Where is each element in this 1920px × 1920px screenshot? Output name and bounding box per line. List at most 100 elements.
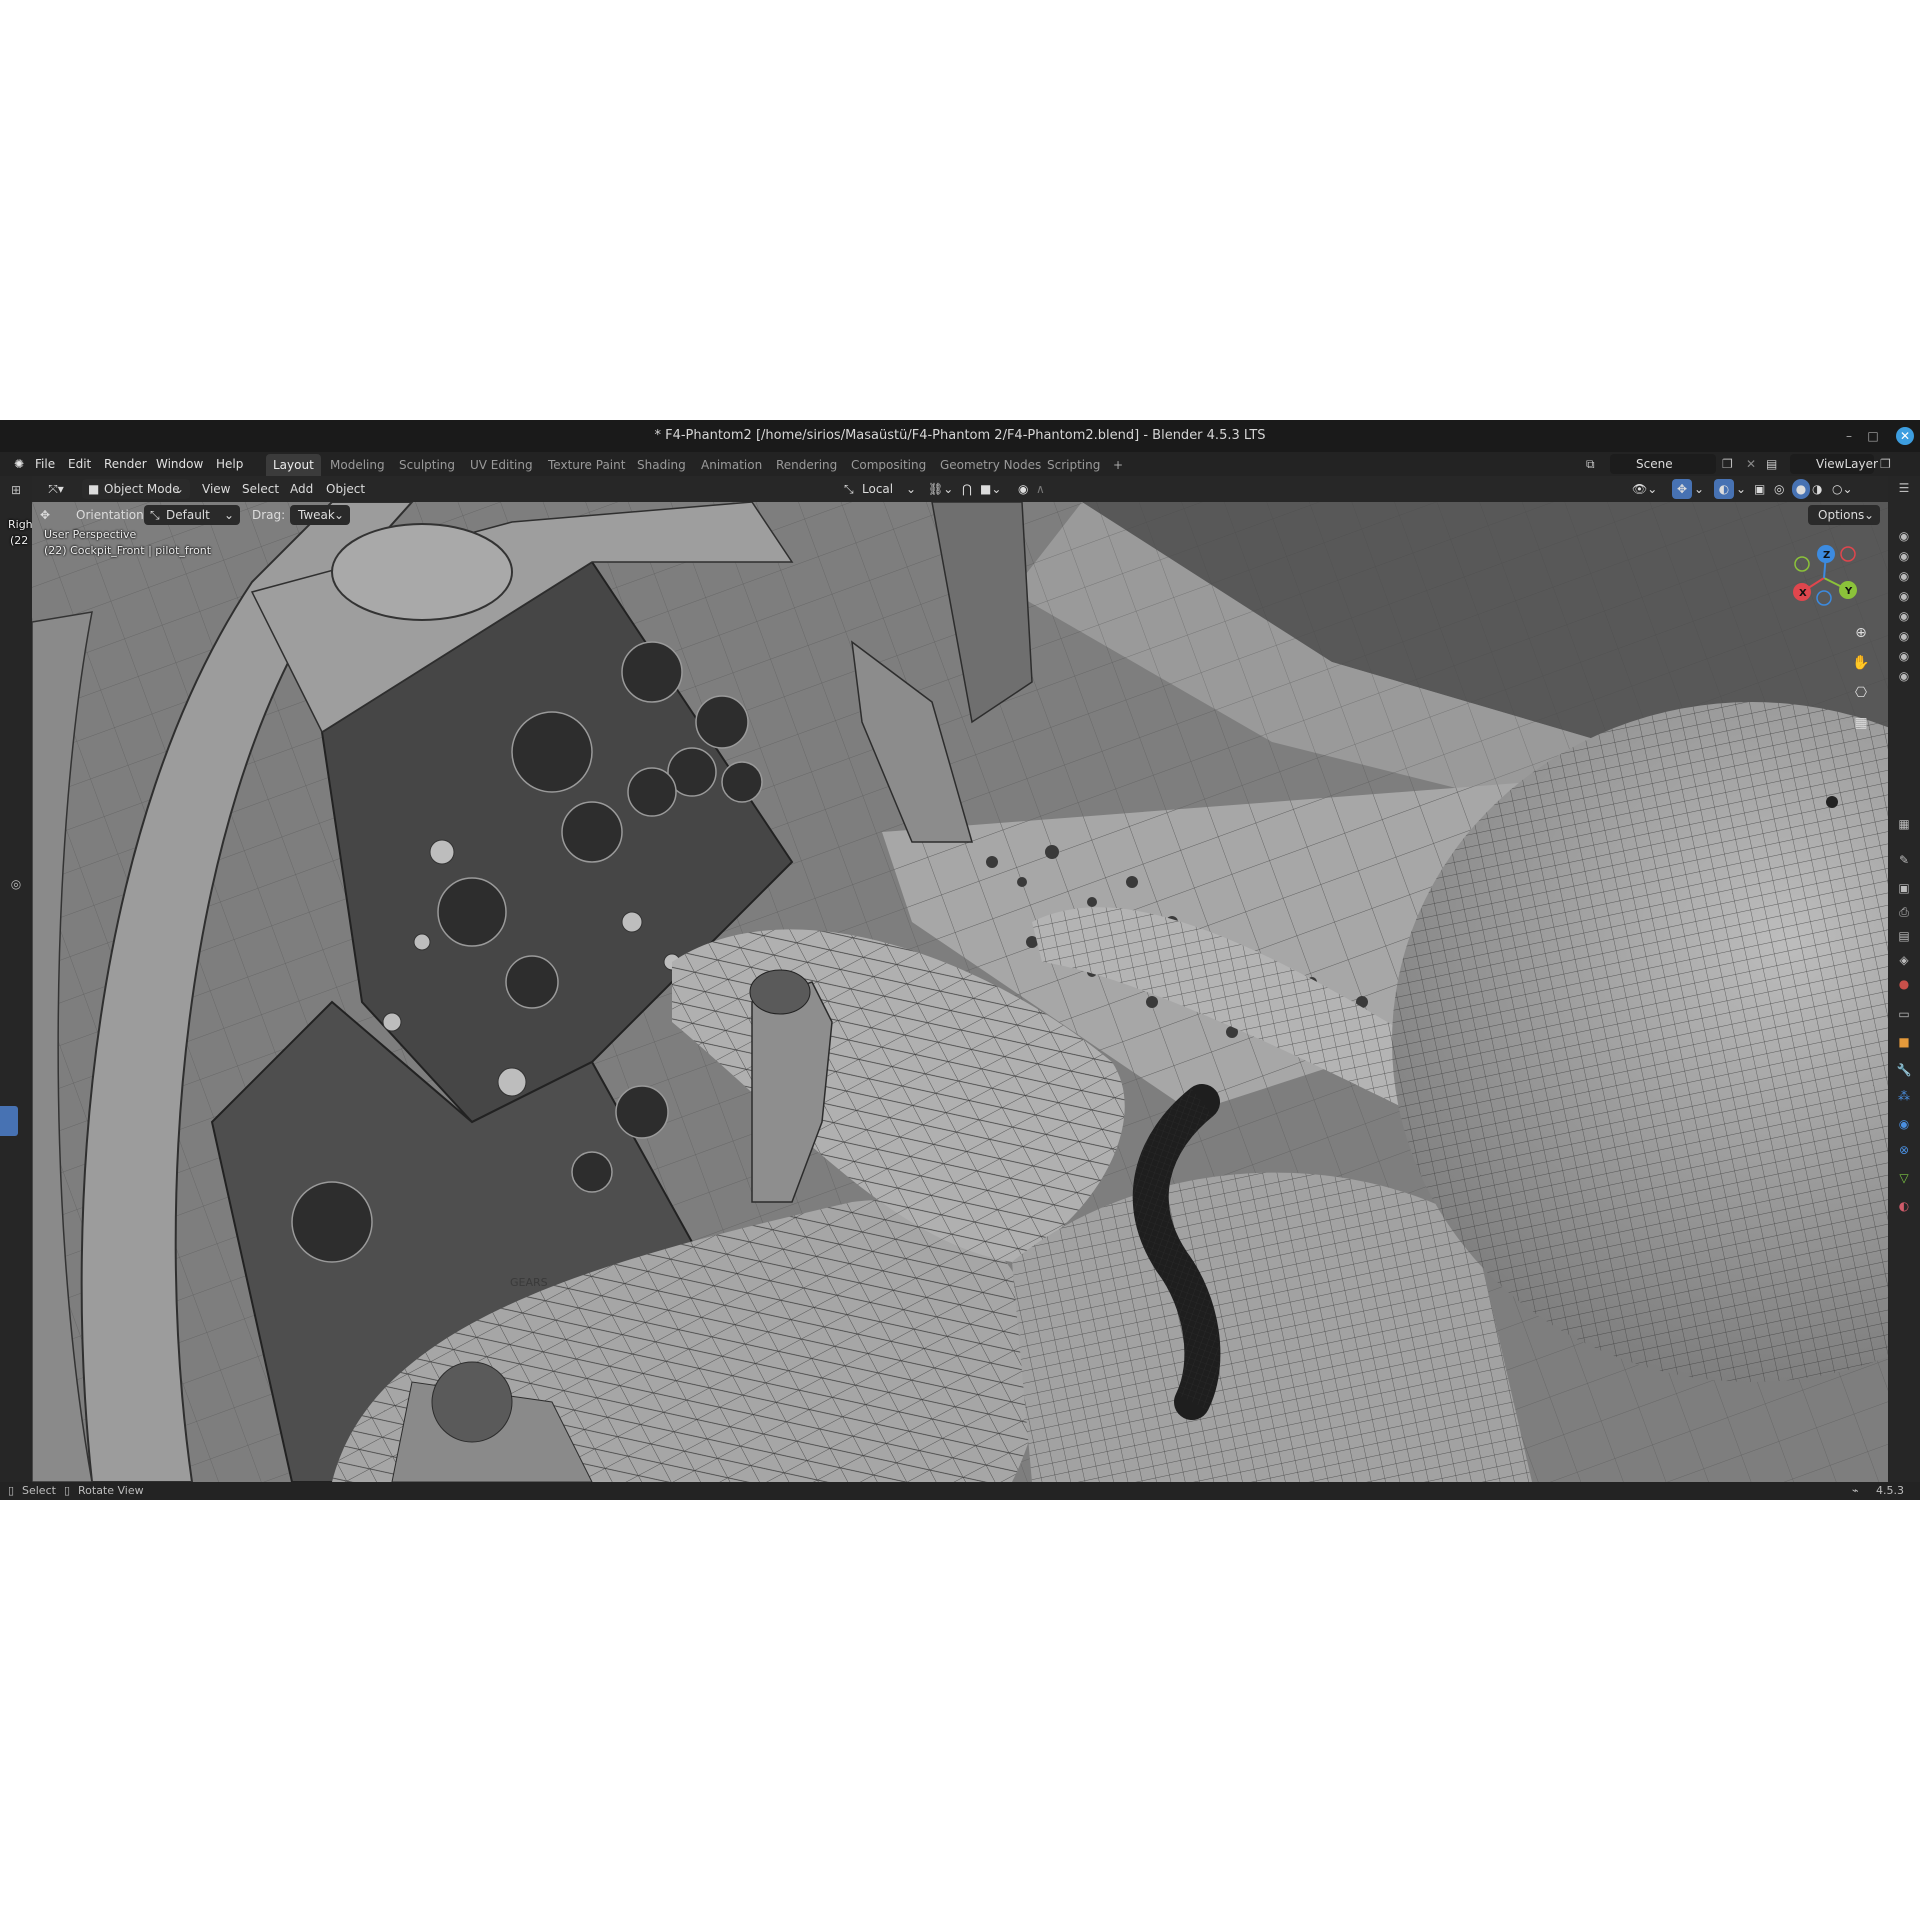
object-mode-dropdown[interactable]: ■ Object Mode ⌄ <box>82 479 190 499</box>
visibility-eye-icon[interactable]: 👁⌄ <box>1632 479 1657 499</box>
xray-toggle-icon[interactable]: ▣ <box>1754 479 1765 499</box>
menu-window[interactable]: Window <box>156 452 203 476</box>
physics-properties-icon[interactable]: ◉ <box>1896 1116 1912 1132</box>
viewlayer-selector-icon[interactable]: ▤ <box>1766 452 1777 476</box>
camera-visibility-icon-2[interactable]: ◉ <box>1896 548 1912 564</box>
object-properties-icon[interactable]: ■ <box>1896 1034 1912 1050</box>
menu-help[interactable]: Help <box>216 452 243 476</box>
gizmo-toggle-icon[interactable]: ✥ <box>1672 479 1692 499</box>
transform-tool-icon[interactable]: ⤧▾ <box>40 479 72 499</box>
proportional-edit-icon[interactable]: ◉ <box>1018 479 1028 499</box>
camera-visibility-icon[interactable]: ◉ <box>1896 528 1912 544</box>
drag-value: Tweak <box>298 508 335 522</box>
view-layer-properties-icon[interactable]: ▤ <box>1896 928 1912 944</box>
tab-geometry-nodes[interactable]: Geometry Nodes <box>933 454 1048 476</box>
data-properties-icon[interactable]: ▽ <box>1896 1170 1912 1186</box>
gizmo-z-label: Z <box>1823 550 1830 561</box>
menu-file[interactable]: File <box>35 452 55 476</box>
camera-visibility-icon-7[interactable]: ◉ <box>1896 648 1912 664</box>
camera-visibility-icon-8[interactable]: ◉ <box>1896 668 1912 684</box>
object-mode-icon: ■ <box>88 482 100 496</box>
camera-view-icon[interactable]: ⎔ <box>1848 680 1874 706</box>
mouse-left-icon: ▯ <box>8 1484 15 1497</box>
magnet-icon[interactable]: ⋂ <box>962 479 972 499</box>
menu-edit[interactable]: Edit <box>68 452 91 476</box>
minimize-button[interactable]: – <box>1838 420 1860 452</box>
scene-new-icon[interactable]: ❐ <box>1722 452 1733 476</box>
orientation-dropdown[interactable]: ⤡ Default ⌄ <box>144 505 240 525</box>
3d-viewport[interactable]: GEARS User Perspective (22) Cockpit_Fron… <box>32 502 1888 1482</box>
status-rotate-view: Rotate View <box>78 1484 144 1497</box>
tab-animation[interactable]: Animation <box>694 454 769 476</box>
menu-render[interactable]: Render <box>104 452 147 476</box>
rendered-shading-icon[interactable]: ○⌄ <box>1832 479 1853 499</box>
tool-settings-bar: ✥ Orientation: ⤡ Default ⌄ Drag: Tweak ⌄… <box>32 502 1888 528</box>
pivot-dropdown[interactable]: ⤡ Local ⌄ <box>840 479 920 499</box>
zoom-icon[interactable]: ⊕ <box>1848 620 1874 646</box>
chevron-down-icon[interactable]: ⌄ <box>1694 479 1704 499</box>
tool-properties-icon[interactable]: ✎ <box>1896 852 1912 868</box>
pivot-label: Local <box>862 482 894 496</box>
tab-texture-paint[interactable]: Texture Paint <box>541 454 632 476</box>
title-bar: * F4-Phantom2 [/home/sirios/Masaüstü/F4-… <box>0 420 1920 452</box>
chevron-down-icon: ⌄ <box>1863 508 1874 522</box>
active-object-label: (22) Cockpit_Front | pilot_front <box>44 544 212 557</box>
editor-type-icon[interactable]: ⊞ <box>8 482 24 498</box>
add-workspace-button[interactable]: + <box>1106 454 1130 476</box>
world-properties-icon[interactable]: ● <box>1896 976 1912 992</box>
modifier-properties-icon[interactable]: 🔧 <box>1896 1062 1912 1078</box>
maximize-button[interactable]: □ <box>1862 420 1884 452</box>
tab-uv-editing[interactable]: UV Editing <box>463 454 540 476</box>
blender-logo-icon[interactable]: ✺ <box>10 452 28 476</box>
close-button[interactable]: ✕ <box>1896 427 1914 445</box>
view-menu[interactable]: View <box>202 479 230 499</box>
tab-compositing[interactable]: Compositing <box>844 454 933 476</box>
tab-scripting[interactable]: Scripting <box>1040 454 1107 476</box>
camera-visibility-icon-3[interactable]: ◉ <box>1896 568 1912 584</box>
drag-dropdown[interactable]: Tweak ⌄ <box>290 505 350 525</box>
tab-modeling[interactable]: Modeling <box>323 454 392 476</box>
viewlayer-new-icon[interactable]: ❐ <box>1880 452 1891 476</box>
navigation-gizmo[interactable]: Y X Z <box>1788 542 1860 614</box>
properties-editor-icon[interactable]: ▦ <box>1896 816 1912 832</box>
active-tool-marker[interactable] <box>0 1106 18 1136</box>
collection-properties-icon[interactable]: ▭ <box>1896 1006 1912 1022</box>
ortho-grid-icon[interactable]: ▦ <box>1848 710 1874 736</box>
gizmo-y-label: Y <box>1844 586 1853 597</box>
scene-properties-icon[interactable]: ◈ <box>1896 952 1912 968</box>
snap-icon[interactable]: ⛓⌄ <box>928 479 953 499</box>
add-menu[interactable]: Add <box>290 479 313 499</box>
mouse-middle-icon: ▯ <box>64 1484 71 1497</box>
side-view-label: Righ <box>8 518 33 531</box>
material-properties-icon[interactable]: ◐ <box>1896 1198 1912 1214</box>
scene-field[interactable]: Scene <box>1610 454 1716 474</box>
select-menu[interactable]: Select <box>242 479 279 499</box>
tab-rendering[interactable]: Rendering <box>769 454 844 476</box>
outliner-toggle-icon[interactable]: ☰ <box>1896 480 1912 496</box>
falloff-icon[interactable]: ∧ <box>1036 479 1045 499</box>
wireframe-shading-icon[interactable]: ◎ <box>1774 479 1784 499</box>
overlays-toggle-icon[interactable]: ◐ <box>1714 479 1734 499</box>
viewlayer-field[interactable]: ViewLayer <box>1790 454 1878 474</box>
camera-visibility-icon-5[interactable]: ◉ <box>1896 608 1912 624</box>
cursor-tool-icon[interactable]: ◎ <box>8 876 24 892</box>
material-shading-icon[interactable]: ◑ <box>1812 479 1822 499</box>
constraints-properties-icon[interactable]: ⊗ <box>1896 1142 1912 1158</box>
scene-remove-icon[interactable]: ✕ <box>1746 452 1756 476</box>
tab-shading[interactable]: Shading <box>630 454 693 476</box>
tab-layout[interactable]: Layout <box>266 454 321 476</box>
snap-target-icon[interactable]: ■⌄ <box>980 479 1001 499</box>
chevron-down-icon[interactable]: ⌄ <box>1736 479 1746 499</box>
window-title: * F4-Phantom2 [/home/sirios/Masaüstü/F4-… <box>654 428 1266 443</box>
options-dropdown[interactable]: Options ⌄ <box>1808 505 1880 525</box>
output-properties-icon[interactable]: ⎙ <box>1896 904 1912 920</box>
scene-selector-icon[interactable]: ⧉ <box>1586 452 1595 476</box>
tab-sculpting[interactable]: Sculpting <box>392 454 462 476</box>
pan-hand-icon[interactable]: ✋ <box>1848 650 1874 676</box>
render-properties-icon[interactable]: ▣ <box>1896 880 1912 896</box>
particles-properties-icon[interactable]: ⁂ <box>1896 1088 1912 1104</box>
camera-visibility-icon-6[interactable]: ◉ <box>1896 628 1912 644</box>
solid-shading-icon[interactable]: ● <box>1792 479 1810 499</box>
object-menu[interactable]: Object <box>326 479 365 499</box>
camera-visibility-icon-4[interactable]: ◉ <box>1896 588 1912 604</box>
